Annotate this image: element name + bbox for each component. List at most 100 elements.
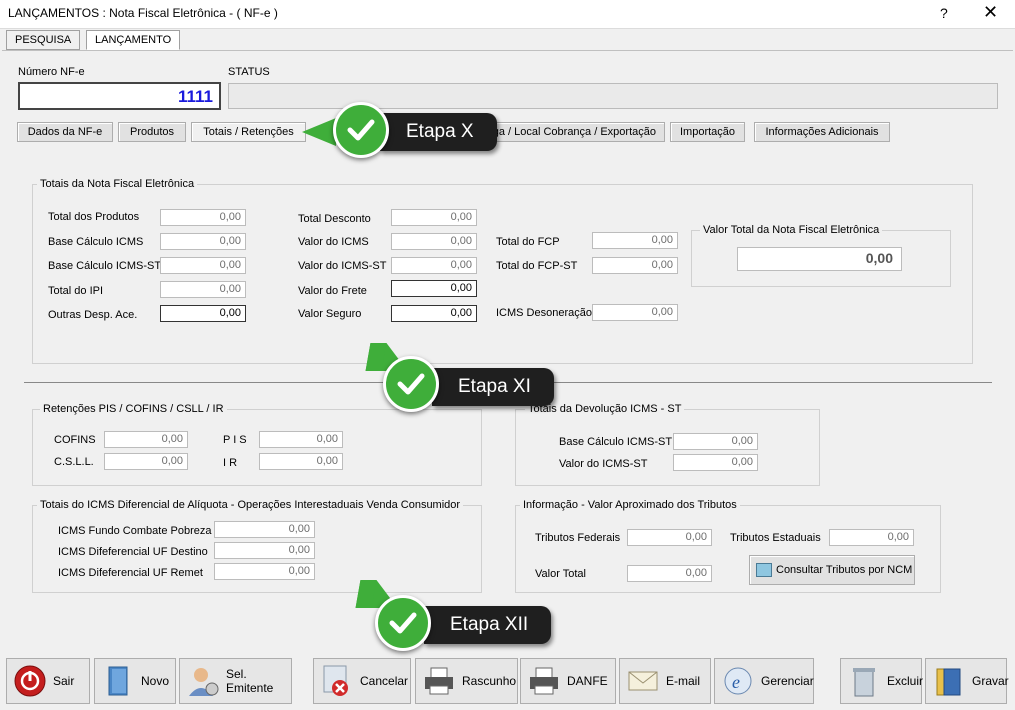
trash-icon <box>847 664 881 698</box>
etapa-xii-label: Etapa XII <box>450 614 529 635</box>
novo-button[interactable]: Novo <box>94 658 176 704</box>
svg-text:e: e <box>732 672 740 692</box>
danfe-button[interactable]: DANFE <box>520 658 616 704</box>
numero-label: Número NF-e <box>18 66 85 78</box>
tributos-total-input[interactable]: 0,00 <box>627 565 712 582</box>
cofins-label: COFINS <box>54 434 96 446</box>
help-button[interactable]: ? <box>940 5 948 21</box>
search-doc-icon <box>756 563 772 577</box>
valor-icms-st-label: Valor do ICMS-ST <box>298 260 387 272</box>
power-icon <box>13 664 47 698</box>
difal-remet-label: ICMS Difeferencial UF Remet <box>58 567 203 579</box>
ir-label: I R <box>223 457 238 469</box>
etapa-xii-check-icon <box>375 595 431 651</box>
user-icon <box>186 664 220 698</box>
devolucao-group-title: Totais da Devolução ICMS - ST <box>525 403 685 415</box>
tab-informacoes-adicionais[interactable]: Informações Adicionais <box>754 122 890 142</box>
tab-dados-nfe[interactable]: Dados da NF-e <box>17 122 113 142</box>
sel-emitente-label: Sel. Emitente <box>226 667 274 695</box>
gerenciar-button[interactable]: e Gerenciar <box>714 658 814 704</box>
devolucao-valor-label: Valor do ICMS-ST <box>559 458 648 470</box>
valor-icms-st-input[interactable]: 0,00 <box>391 257 477 274</box>
cofins-input[interactable]: 0,00 <box>104 431 188 448</box>
total-produtos-input[interactable]: 0,00 <box>160 209 246 226</box>
printer-icon <box>422 664 456 698</box>
tributos-estaduais-label: Tributos Estaduais <box>730 532 821 544</box>
base-icms-st-input[interactable]: 0,00 <box>160 257 246 274</box>
etapa-x-check-icon <box>333 102 389 158</box>
rascunho-button[interactable]: Rascunho <box>415 658 518 704</box>
outras-desp-label: Outras Desp. Ace. <box>48 309 138 321</box>
tab-produtos[interactable]: Produtos <box>118 122 186 142</box>
devolucao-base-input[interactable]: 0,00 <box>673 433 758 450</box>
difal-fcp-input[interactable]: 0,00 <box>214 521 315 538</box>
status-field <box>228 83 998 109</box>
valor-seguro-input[interactable]: 0,00 <box>391 305 477 322</box>
excluir-label: Excluir <box>887 674 924 688</box>
base-icms-label: Base Cálculo ICMS <box>48 236 144 248</box>
window-title: LANÇAMENTOS : Nota Fiscal Eletrônica - (… <box>8 6 278 20</box>
retencoes-group-title: Retenções PIS / COFINS / CSLL / IR <box>40 403 227 415</box>
etapa-x-pointer <box>302 118 336 146</box>
total-produtos-label: Total dos Produtos <box>48 211 140 223</box>
valor-icms-label: Valor do ICMS <box>298 236 369 248</box>
numero-nfe-field[interactable]: 1111 <box>18 82 221 110</box>
total-desconto-input[interactable]: 0,00 <box>391 209 477 226</box>
gerenciar-label: Gerenciar <box>761 674 814 688</box>
devolucao-base-label: Base Cálculo ICMS-ST <box>559 436 673 448</box>
consultar-ncm-button[interactable]: Consultar Tributos por NCM <box>749 555 915 585</box>
tab-pesquisa[interactable]: PESQUISA <box>6 30 81 50</box>
etapa-xi-check-icon <box>383 356 439 412</box>
status-label: STATUS <box>228 66 270 78</box>
total-fcp-st-label: Total do FCP-ST <box>496 260 578 272</box>
consultar-ncm-label: Consultar Tributos por NCM <box>776 564 913 576</box>
excluir-button[interactable]: Excluir <box>840 658 924 704</box>
danfe-label: DANFE <box>567 674 608 688</box>
sel-emitente-button[interactable]: Sel. Emitente <box>179 658 292 704</box>
icms-desoneracao-input[interactable]: 0,00 <box>592 304 678 321</box>
difal-destino-input[interactable]: 0,00 <box>214 542 315 559</box>
tributos-federais-input[interactable]: 0,00 <box>627 529 712 546</box>
rascunho-label: Rascunho <box>462 674 517 688</box>
novo-label: Novo <box>141 674 170 688</box>
ir-input[interactable]: 0,00 <box>259 453 343 470</box>
valor-seguro-label: Valor Seguro <box>298 308 362 320</box>
gravar-button[interactable]: Gravar <box>925 658 1009 704</box>
pis-input[interactable]: 0,00 <box>259 431 343 448</box>
devolucao-valor-input[interactable]: 0,00 <box>673 454 758 471</box>
tributos-estaduais-input[interactable]: 0,00 <box>829 529 914 546</box>
valor-frete-input[interactable]: 0,00 <box>391 280 477 297</box>
total-fcp-label: Total do FCP <box>496 236 560 248</box>
total-ipi-input[interactable]: 0,00 <box>160 281 246 298</box>
total-fcp-st-input[interactable]: 0,00 <box>592 257 678 274</box>
gravar-label: Gravar <box>972 674 1009 688</box>
tab-importacao[interactable]: Importação <box>670 122 745 142</box>
difal-destino-label: ICMS Difeferencial UF Destino <box>58 546 208 558</box>
email-button[interactable]: E-mail <box>619 658 711 704</box>
cancel-nf-icon <box>320 664 354 698</box>
etapa-xii-banner: Etapa XII <box>424 606 551 644</box>
sair-button[interactable]: Sair <box>6 658 90 704</box>
etapa-xi-label: Etapa XI <box>458 376 531 397</box>
etapa-xi-banner: Etapa XI <box>432 368 554 406</box>
title-bar: LANÇAMENTOS : Nota Fiscal Eletrônica - (… <box>0 0 1015 29</box>
total-ipi-label: Total do IPI <box>48 285 104 297</box>
valor-icms-input[interactable]: 0,00 <box>391 233 477 250</box>
new-document-icon <box>101 664 135 698</box>
csll-input[interactable]: 0,00 <box>104 453 188 470</box>
close-button[interactable]: ✕ <box>983 2 998 23</box>
etapa-x-banner: Etapa X <box>380 113 497 151</box>
valor-total-title: Valor Total da Nota Fiscal Eletrônica <box>700 224 883 236</box>
save-folder-icon <box>932 664 966 698</box>
tab-lancamento[interactable]: LANÇAMENTO <box>86 30 181 50</box>
total-fcp-input[interactable]: 0,00 <box>592 232 678 249</box>
tab-totais-retencoes[interactable]: Totais / Retenções <box>191 122 306 142</box>
retencoes-group <box>32 409 482 486</box>
tab-divider <box>2 50 1013 51</box>
difal-remet-input[interactable]: 0,00 <box>214 563 315 580</box>
csll-label: C.S.L.L. <box>54 456 94 468</box>
pis-label: P I S <box>223 434 247 446</box>
cancelar-button[interactable]: Cancelar <box>313 658 411 704</box>
base-icms-input[interactable]: 0,00 <box>160 233 246 250</box>
outras-desp-input[interactable]: 0,00 <box>160 305 246 322</box>
